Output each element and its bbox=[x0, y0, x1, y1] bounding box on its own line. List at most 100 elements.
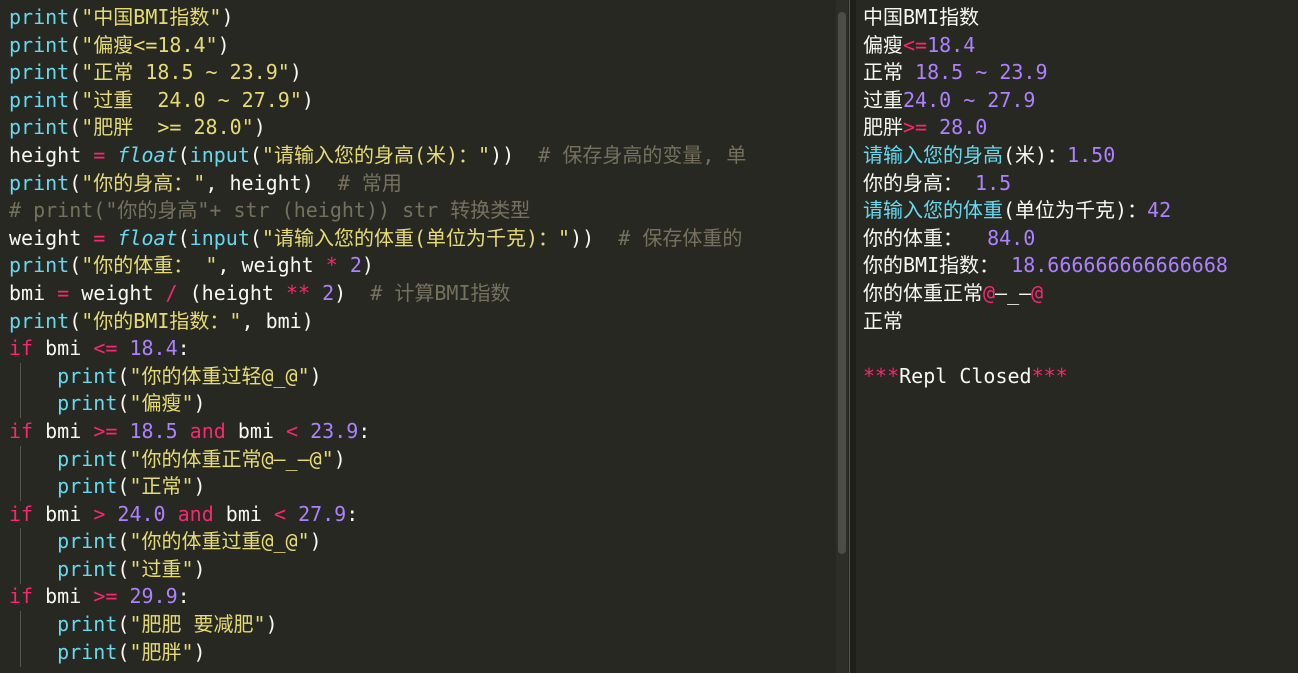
code-token: ) bbox=[265, 612, 278, 637]
code-token: bmi bbox=[213, 501, 274, 526]
output-line: 请输入您的体重(单位为千克)：42 bbox=[863, 197, 1228, 225]
indent-guide bbox=[20, 446, 21, 474]
output-line: 偏瘦<=18.4 bbox=[863, 32, 1228, 60]
code-token: print bbox=[9, 308, 70, 333]
code-token: ( bbox=[69, 170, 82, 195]
code-token: ( bbox=[117, 391, 130, 416]
code-token: # print("你的身高"+ str (height)) str 转换类型 bbox=[9, 198, 531, 223]
code-token: ( bbox=[69, 5, 82, 29]
repl-output-pane[interactable]: 中国BMI指数 偏瘦<=18.4 正常 18.5 ~ 23.9 过重24.0 ~ 27… bbox=[855, 0, 1298, 673]
code-token: –_– bbox=[995, 280, 1032, 305]
code-token: ) bbox=[361, 253, 374, 278]
output-line: 你的体重正常@–_–@ bbox=[863, 280, 1228, 308]
code-token: = bbox=[93, 225, 106, 250]
code-token: input bbox=[189, 225, 250, 250]
code-token: ( bbox=[69, 253, 82, 278]
code-token: ) bbox=[253, 115, 266, 140]
code-token: 18.4 bbox=[927, 32, 976, 57]
code-line: print("你的体重： ", weight * 2) bbox=[9, 252, 746, 280]
code-line: height = float(input("请输入您的身高(米)：")) # 保… bbox=[9, 142, 746, 170]
code-token: "肥胖" bbox=[129, 639, 194, 664]
editor-scrollbar-thumb[interactable] bbox=[838, 12, 846, 554]
code-token: float bbox=[117, 142, 178, 167]
code-token: weight bbox=[9, 225, 94, 250]
code-line: if bmi <= 18.4: bbox=[9, 335, 746, 363]
code-token: <= bbox=[93, 336, 118, 361]
code-token: print bbox=[9, 5, 70, 29]
code-line: print("你的体重正常@–_–@") bbox=[9, 446, 746, 474]
code-token: 正常 bbox=[863, 60, 916, 85]
code-token: "你的BMI指数：" bbox=[81, 308, 242, 333]
code-token: ) bbox=[333, 446, 346, 471]
code-token: > bbox=[93, 501, 106, 526]
code-token: 过重 bbox=[863, 87, 903, 112]
code-token: 你的身高： bbox=[863, 170, 976, 195]
code-token: ( bbox=[69, 32, 82, 57]
code-token: print bbox=[9, 87, 70, 112]
output-line: 你的BMI指数： 18.666666666666668 bbox=[863, 252, 1228, 280]
code-token: weight bbox=[69, 280, 166, 305]
code-line: weight = float(input("请输入您的体重(单位为千克)："))… bbox=[9, 225, 746, 253]
code-token: # 保存身高的变量, 单 bbox=[538, 142, 747, 167]
code-token: ) bbox=[301, 87, 314, 112]
indent-guide bbox=[20, 390, 21, 418]
code-token: ( bbox=[249, 225, 262, 250]
code-token: ) bbox=[193, 391, 206, 416]
code-token: print bbox=[57, 391, 118, 416]
code-token: ( bbox=[69, 87, 82, 112]
code-token: "偏瘦" bbox=[129, 391, 194, 416]
code-token: print bbox=[9, 253, 70, 278]
code-token: : bbox=[177, 336, 190, 361]
code-token: *** bbox=[1031, 363, 1068, 388]
code-token: print bbox=[57, 556, 118, 581]
code-token: ( bbox=[177, 225, 190, 250]
code-token: @ bbox=[983, 280, 996, 305]
code-token: ( bbox=[177, 142, 190, 167]
code-line: print("你的身高：", height) # 常用 bbox=[9, 170, 746, 198]
code-token: ( bbox=[117, 612, 130, 637]
code-token: # 计算BMI指数 bbox=[370, 280, 511, 305]
code-token: @ bbox=[1031, 280, 1044, 305]
code-token: ) bbox=[309, 363, 322, 388]
code-token: print bbox=[57, 446, 118, 471]
code-editor-pane[interactable]: print("中国BMI指数") print("偏瘦<=18.4") print("… bbox=[0, 0, 836, 673]
code-content[interactable]: print("中国BMI指数") print("偏瘦<=18.4") print("… bbox=[9, 4, 746, 667]
code-token: ( bbox=[249, 142, 262, 167]
code-token: bmi bbox=[225, 418, 287, 443]
code-token: = bbox=[57, 280, 70, 305]
code-token: print bbox=[57, 612, 118, 637]
indent-guide bbox=[20, 556, 21, 584]
output-line: 你的身高： 1.5 bbox=[863, 170, 1228, 198]
code-token: : bbox=[346, 501, 359, 526]
code-line: print("你的体重过轻@_@") bbox=[9, 363, 746, 391]
code-line: # print("你的身高"+ str (height)) str 转换类型 bbox=[9, 197, 746, 225]
code-token: "请输入您的身高(米)：" bbox=[261, 142, 491, 167]
code-token: ) bbox=[309, 529, 322, 554]
output-line: 正常 18.5 ~ 23.9 bbox=[863, 59, 1228, 87]
code-token: ( bbox=[117, 529, 130, 554]
code-token: bmi bbox=[33, 418, 94, 443]
code-token: / bbox=[165, 280, 178, 305]
code-token: ** bbox=[285, 280, 311, 305]
code-token: (单位为千克)： bbox=[1003, 198, 1148, 223]
code-token: (height bbox=[177, 280, 286, 305]
code-token: "肥胖 >= 28.0" bbox=[81, 115, 254, 140]
code-line: print("过重") bbox=[9, 556, 746, 584]
output-line: 请输入您的身高(米)：1.50 bbox=[863, 142, 1228, 170]
code-token: # 保存体重的 bbox=[618, 225, 743, 250]
indent-guide bbox=[20, 528, 21, 556]
code-line: print("过重 24.0 ~ 27.9") bbox=[9, 87, 746, 115]
code-token: "肥肥 要减肥" bbox=[129, 612, 266, 637]
code-token: ( bbox=[69, 115, 82, 140]
code-token: "请输入您的体重(单位为千克)：" bbox=[261, 225, 571, 250]
code-token: if bbox=[9, 418, 34, 443]
code-token: bmi bbox=[33, 584, 94, 609]
indent-guide bbox=[20, 473, 21, 501]
